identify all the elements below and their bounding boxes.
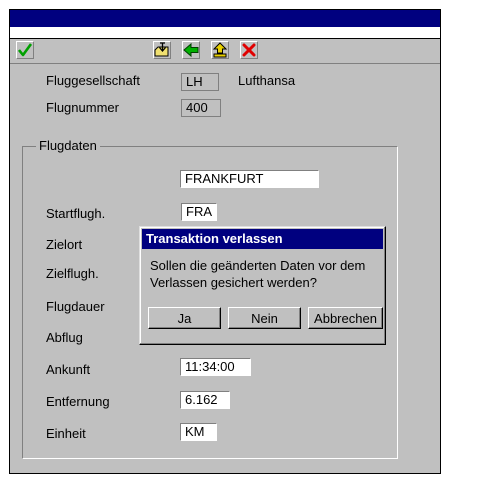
- city-from-field[interactable]: FRANKFURT: [180, 170, 319, 188]
- dialog-message-line-1: Sollen die geänderten Daten vor dem: [150, 258, 366, 273]
- checkmark-icon: [18, 43, 32, 57]
- label-fluggesellschaft: Fluggesellschaft: [46, 73, 140, 88]
- airport-from-field[interactable]: FRA: [181, 203, 217, 221]
- up-button[interactable]: [211, 41, 229, 59]
- label-abflug: Abflug: [46, 330, 83, 345]
- enter-check-button[interactable]: [16, 41, 34, 59]
- exit-transaction-dialog: Transaktion verlassen Sollen die geänder…: [139, 226, 386, 345]
- flight-number-field[interactable]: 400: [181, 99, 221, 117]
- toolbar: [10, 39, 440, 64]
- label-zielflugh: Zielflugh.: [46, 266, 99, 281]
- arrival-time-field[interactable]: 11:34:00: [180, 358, 251, 376]
- label-einheit: Einheit: [46, 426, 86, 441]
- abort-button[interactable]: Abbrechen: [308, 307, 383, 329]
- dialog-message: Sollen die geänderten Daten vor dem Verl…: [150, 257, 380, 291]
- window-title-bar: [10, 10, 440, 27]
- up-arrow-icon: [212, 42, 228, 58]
- label-flugnummer: Flugnummer: [46, 100, 119, 115]
- back-button[interactable]: [182, 41, 200, 59]
- cancel-x-icon: [242, 43, 256, 57]
- dialog-title: Transaktion verlassen: [142, 229, 383, 249]
- back-arrow-icon: [183, 42, 199, 58]
- menu-band: [10, 27, 440, 39]
- cancel-button[interactable]: [240, 41, 258, 59]
- folder-exit-icon: [154, 42, 169, 57]
- label-entfernung: Entfernung: [46, 394, 110, 409]
- carrier-name-text: Lufthansa: [238, 73, 296, 88]
- exit-button[interactable]: [153, 41, 171, 59]
- label-ankunft: Ankunft: [46, 362, 91, 377]
- carrier-id-field[interactable]: LH: [181, 73, 219, 91]
- distance-field[interactable]: 6.162: [180, 391, 230, 409]
- label-zielort: Zielort: [46, 237, 83, 252]
- label-startflugh: Startflugh.: [46, 206, 106, 221]
- label-flugdauer: Flugdauer: [46, 299, 105, 314]
- unit-field[interactable]: KM: [180, 423, 217, 441]
- dialog-message-line-2: Verlassen gesichert werden?: [150, 275, 317, 290]
- yes-button[interactable]: Ja: [148, 307, 221, 329]
- group-title: Flugdaten: [36, 138, 100, 153]
- no-button[interactable]: Nein: [228, 307, 301, 329]
